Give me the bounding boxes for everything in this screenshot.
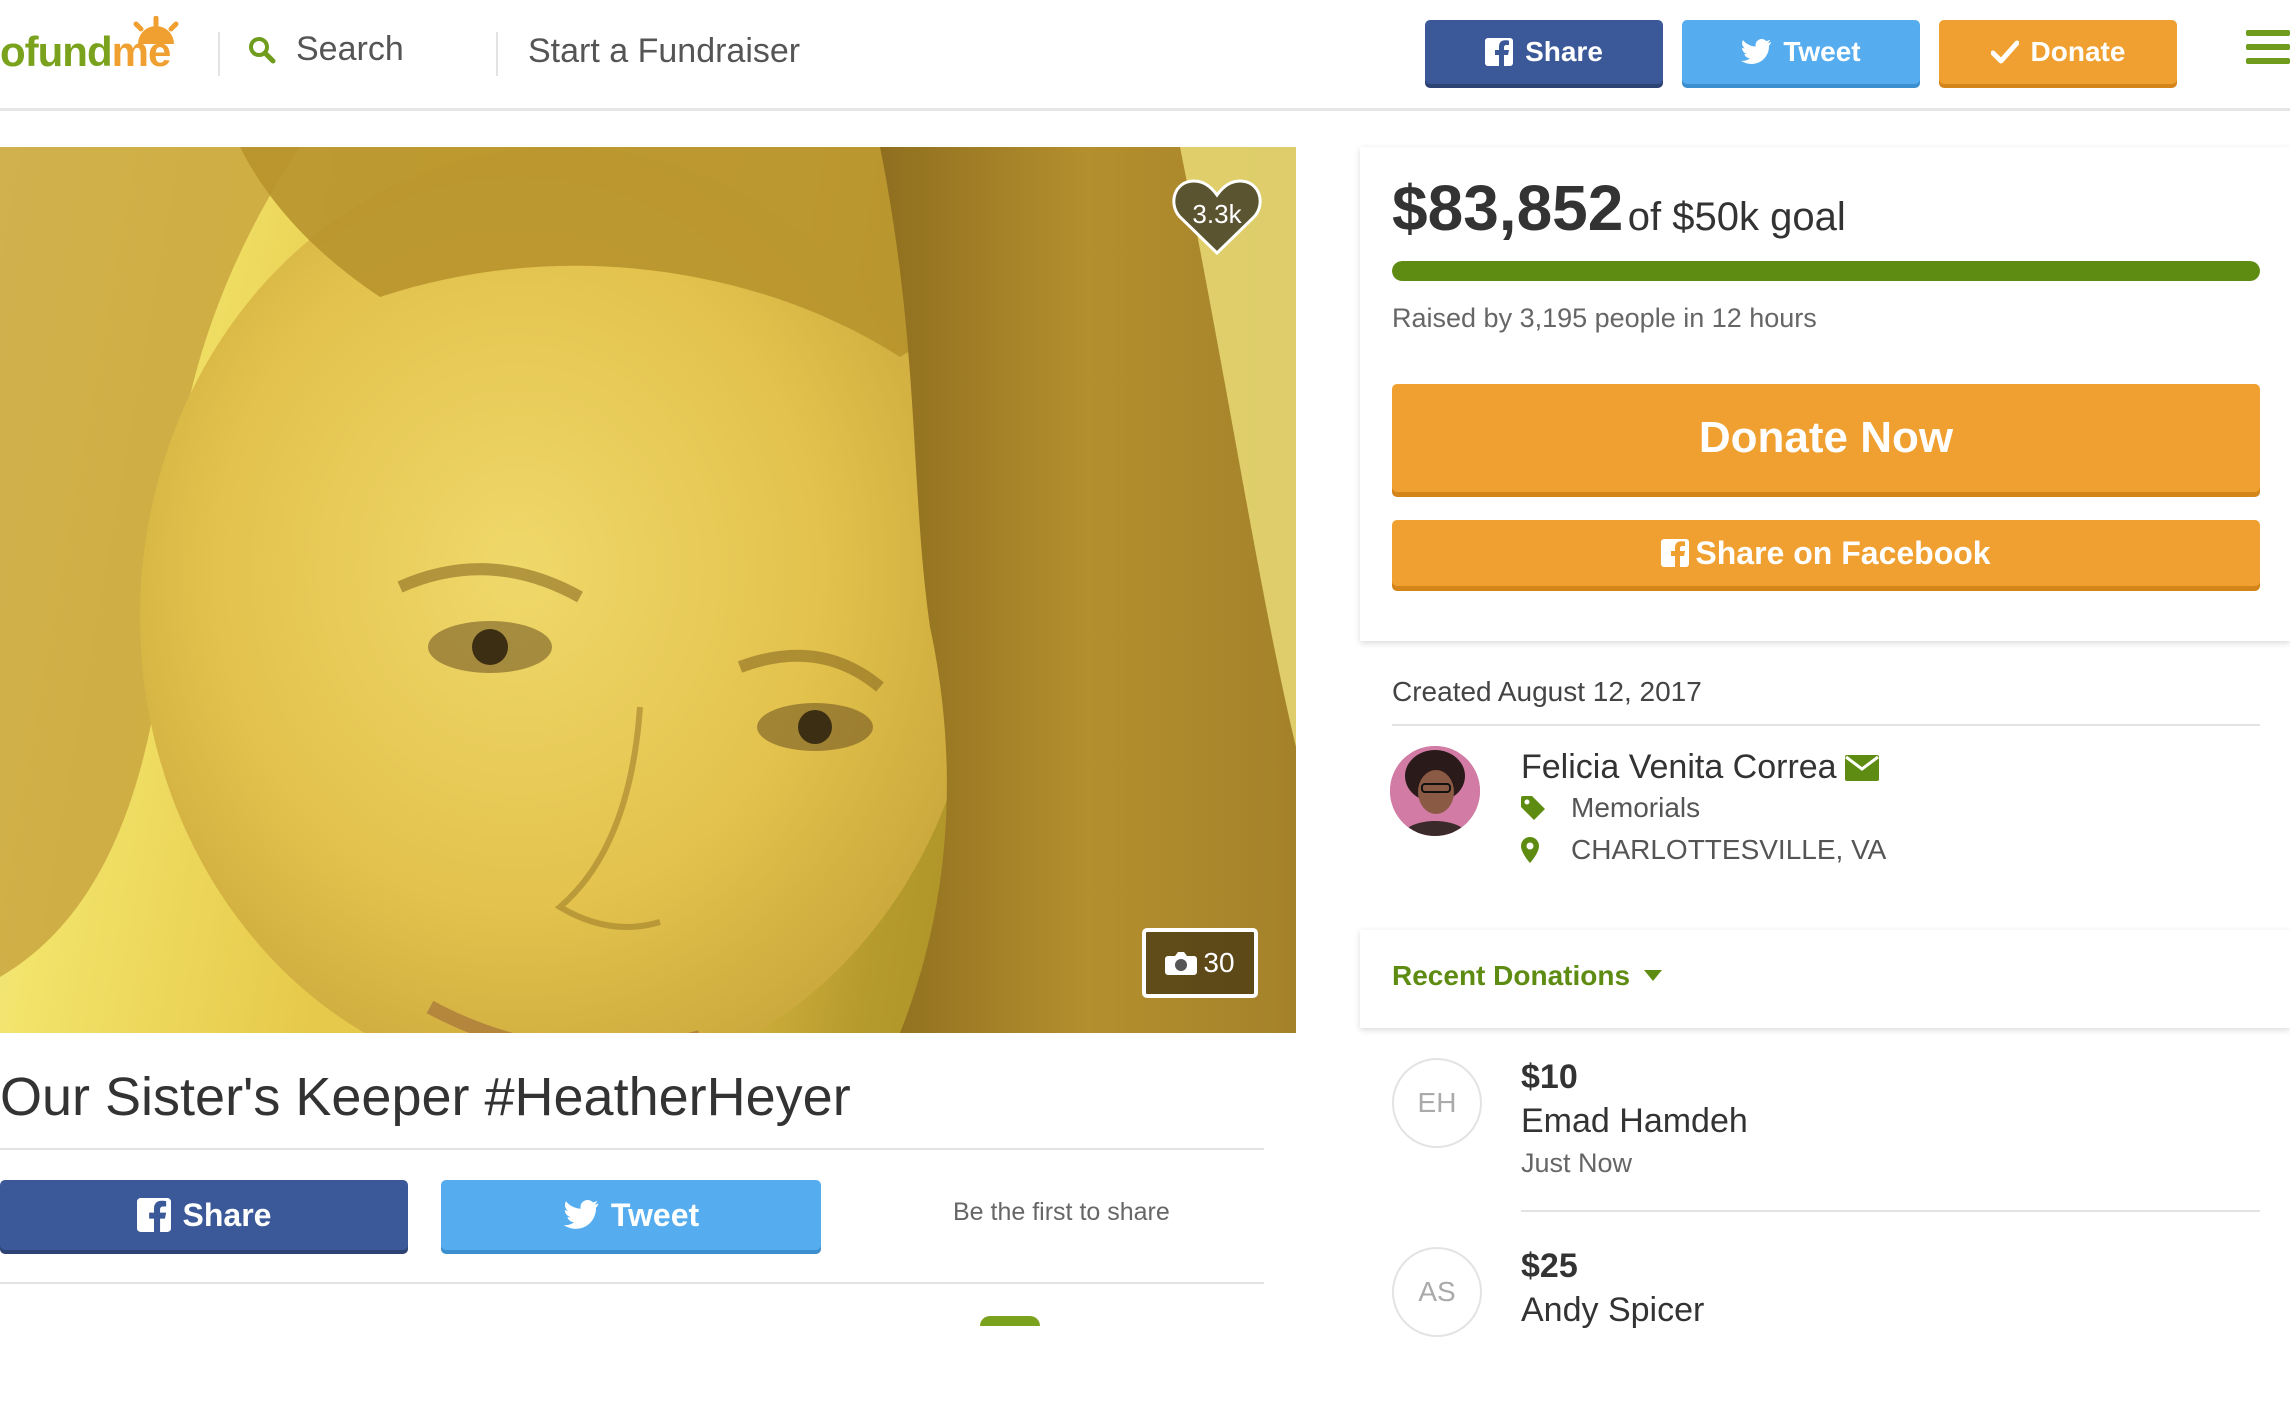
campaign-title: Our Sister's Keeper #HeatherHeyer — [0, 1067, 851, 1127]
organizer-avatar[interactable] — [1390, 746, 1480, 836]
recent-donations-label: Recent Donations — [1392, 960, 1631, 991]
caret-down-icon — [1644, 970, 1663, 981]
logo-text-o: o — [0, 28, 26, 75]
donation-amount: $25 — [1521, 1247, 1578, 1285]
share-label: Share — [182, 1196, 272, 1233]
donor-name: Andy Spicer — [1521, 1291, 1705, 1329]
logo-sun-icon — [133, 16, 179, 44]
header-share-button[interactable]: Share — [1425, 20, 1663, 84]
category-row[interactable]: Memorials — [1521, 792, 1700, 824]
divider — [0, 1148, 1264, 1150]
header-share-label: Share — [1525, 36, 1603, 67]
raised-by-text: Raised by 3,195 people in 12 hours — [1392, 303, 1817, 333]
camera-icon — [1165, 952, 1198, 975]
partial-badge — [980, 1316, 1040, 1326]
heart-count: 3.3k — [1192, 199, 1242, 229]
tweet-label: Tweet — [610, 1196, 700, 1233]
portrait-illustration — [0, 147, 1296, 1033]
location-label: CHARLOTTESVILLE, VA — [1571, 834, 1887, 865]
location-pin-icon — [1521, 837, 1539, 863]
donation-amount: $10 — [1521, 1058, 1578, 1096]
search-link[interactable]: Search — [248, 30, 404, 69]
donate-now-button[interactable]: Donate Now — [1392, 384, 2260, 492]
organizer-name-label: Felicia Venita Correa — [1521, 748, 1837, 786]
top-nav: ofundme Search Start a Fundraiser Share … — [0, 0, 2290, 111]
tag-icon — [1521, 796, 1545, 820]
divider — [1392, 724, 2260, 726]
divider — [0, 1282, 1264, 1284]
facebook-icon — [1661, 539, 1690, 567]
donor-name: Emad Hamdeh — [1521, 1102, 1748, 1140]
raised-amount: $83,852 — [1392, 172, 1624, 244]
header-divider — [496, 32, 498, 76]
donation-item: EH $10 Emad Hamdeh Just Now — [1392, 1058, 2290, 1228]
avatar-image — [1390, 746, 1480, 836]
progress-fill — [1392, 261, 2260, 281]
goal-text: of $50k goal — [1627, 195, 1846, 239]
progress-bar — [1392, 261, 2260, 281]
header-tweet-button[interactable]: Tweet — [1682, 20, 1920, 84]
donation-goal-card: $83,852 of $50k goal Raised by 3,195 peo… — [1360, 147, 2290, 641]
header-tweet-label: Tweet — [1783, 36, 1861, 67]
recent-donations-header[interactable]: Recent Donations — [1360, 930, 2290, 1028]
category-label: Memorials — [1571, 792, 1701, 823]
amount-raised: $83,852 of $50k goal — [1392, 171, 1846, 245]
header-donate-label: Donate — [2030, 36, 2126, 67]
share-on-facebook-label: Share on Facebook — [1695, 534, 1991, 571]
tweet-button[interactable]: Tweet — [441, 1180, 821, 1250]
created-date: Created August 12, 2017 — [1392, 676, 1702, 707]
campaign-photo[interactable]: 3.3k 30 — [0, 147, 1296, 1033]
donation-time: Just Now — [1521, 1148, 1633, 1178]
header-divider — [218, 32, 220, 76]
search-icon — [249, 36, 276, 63]
search-label: Search — [296, 30, 404, 68]
first-to-share-text: Be the first to share — [953, 1198, 1170, 1226]
logo-text-fund: fund — [24, 28, 113, 75]
divider — [1521, 1210, 2260, 1212]
twitter-icon — [1741, 39, 1772, 64]
donation-item: AS $25 Andy Spicer — [1392, 1247, 2290, 1417]
envelope-icon[interactable] — [1844, 754, 1879, 781]
start-fundraiser-link[interactable]: Start a Fundraiser — [528, 32, 800, 71]
share-button[interactable]: Share — [0, 1180, 408, 1250]
photo-gallery-button[interactable]: 30 — [1142, 928, 1258, 998]
location-row: CHARLOTTESVILLE, VA — [1521, 834, 1886, 866]
facebook-icon — [1485, 38, 1514, 66]
header-donate-button[interactable]: Donate — [1939, 20, 2177, 84]
checkmark-icon — [1990, 40, 2019, 64]
heart-badge[interactable]: 3.3k — [1172, 177, 1262, 257]
organizer-name[interactable]: Felicia Venita Correa — [1521, 748, 1879, 787]
share-on-facebook-button[interactable]: Share on Facebook — [1392, 520, 2260, 586]
twitter-icon — [563, 1200, 599, 1229]
facebook-icon — [136, 1198, 171, 1232]
hamburger-menu-icon[interactable] — [2246, 30, 2290, 72]
donor-initials: AS — [1392, 1247, 1482, 1337]
photo-count-label: 30 — [1203, 947, 1235, 978]
donor-initials: EH — [1392, 1058, 1482, 1148]
recent-donations-toggle[interactable]: Recent Donations — [1392, 960, 1663, 992]
